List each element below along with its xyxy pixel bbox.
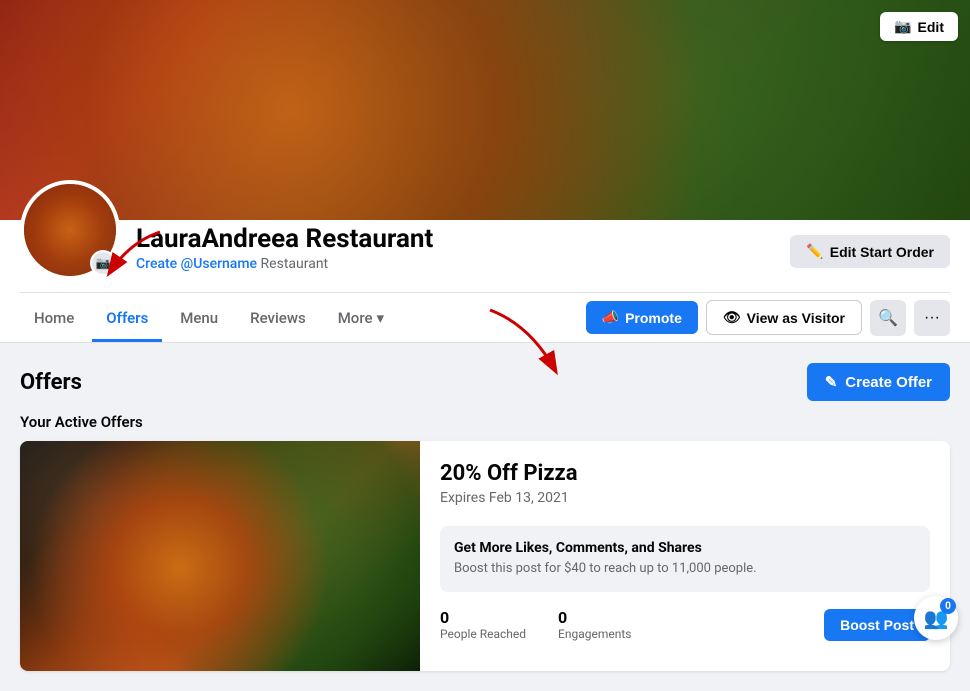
tab-offers[interactable]: Offers bbox=[92, 297, 162, 342]
cover-pizza-art bbox=[0, 0, 970, 220]
view-visitor-label: View as Visitor bbox=[747, 310, 845, 326]
tab-more[interactable]: More ▾ bbox=[324, 297, 398, 342]
stats-left: 0 People Reached 0 Engagements bbox=[440, 608, 631, 641]
promote-label: Promote bbox=[625, 310, 682, 326]
engagements-label: Engagements bbox=[558, 627, 631, 641]
nav-tabs: Home Offers Menu Reviews More ▾ 📣 Promot… bbox=[20, 292, 950, 342]
profile-name-area: LauraAndreea Restaurant Create @Username… bbox=[136, 224, 774, 280]
search-icon: 🔍 bbox=[878, 308, 898, 328]
search-button[interactable]: 🔍 bbox=[870, 300, 906, 336]
boost-post-label: Boost Post bbox=[840, 617, 914, 633]
offer-card: 20% Off Pizza Expires Feb 13, 2021 Get M… bbox=[20, 441, 950, 671]
nav-right: 📣 Promote 👁 View as Visitor 🔍 ··· bbox=[586, 300, 950, 340]
view-as-visitor-button[interactable]: 👁 View as Visitor bbox=[706, 300, 862, 335]
avatar-camera-button[interactable]: 📷 bbox=[90, 250, 116, 276]
create-offer-button[interactable]: ✎ Create Offer bbox=[807, 363, 950, 401]
offer-expiry: Expires Feb 13, 2021 bbox=[440, 490, 930, 506]
chevron-down-icon: ▾ bbox=[377, 309, 385, 327]
create-offer-icon: ✎ bbox=[825, 373, 838, 391]
boost-cta-title: Get More Likes, Comments, and Shares bbox=[454, 540, 916, 556]
active-offers-label: Your Active Offers bbox=[20, 413, 950, 431]
tab-menu[interactable]: Menu bbox=[166, 297, 232, 342]
more-tab-label: More bbox=[338, 309, 373, 327]
nav-left: Home Offers Menu Reviews More ▾ bbox=[20, 297, 398, 342]
profile-actions: ✏️ Edit Start Order bbox=[790, 235, 950, 280]
tab-home[interactable]: Home bbox=[20, 297, 88, 342]
engagements-count: 0 bbox=[558, 608, 631, 627]
people-reached-count: 0 bbox=[440, 608, 526, 627]
restaurant-name: LauraAndreea Restaurant bbox=[136, 224, 774, 254]
offer-details: 20% Off Pizza Expires Feb 13, 2021 Get M… bbox=[420, 441, 950, 671]
people-reached-stat: 0 People Reached bbox=[440, 608, 526, 641]
camera-icon: 📷 bbox=[894, 18, 911, 35]
offers-header: Offers ✎ Create Offer bbox=[20, 363, 950, 401]
edit-start-order-label: Edit Start Order bbox=[830, 244, 934, 260]
boost-cta-desc: Boost this post for $40 to reach up to 1… bbox=[454, 560, 916, 578]
people-reached-label: People Reached bbox=[440, 627, 526, 641]
floating-people-button[interactable]: 👥 0 bbox=[914, 596, 958, 640]
main-content: Offers ✎ Create Offer Your Active Offers… bbox=[0, 343, 970, 691]
offer-image-art bbox=[20, 441, 420, 671]
offers-title: Offers bbox=[20, 370, 82, 395]
offer-image bbox=[20, 441, 420, 671]
eye-icon: 👁 bbox=[723, 309, 741, 326]
people-badge: 0 bbox=[940, 598, 956, 614]
more-options-button[interactable]: ··· bbox=[914, 300, 950, 336]
profile-section: 📷 LauraAndreea Restaurant Create @Userna… bbox=[0, 220, 970, 343]
create-username-link[interactable]: Create @Username bbox=[136, 256, 257, 272]
ellipsis-icon: ··· bbox=[924, 309, 940, 327]
offer-stats: 0 People Reached 0 Engagements Boost Pos… bbox=[440, 608, 930, 641]
cover-edit-button[interactable]: 📷 Edit bbox=[880, 12, 958, 41]
edit-start-order-button[interactable]: ✏️ Edit Start Order bbox=[790, 235, 950, 268]
cover-edit-label: Edit bbox=[918, 19, 944, 35]
engagements-stat: 0 Engagements bbox=[558, 608, 631, 641]
camera-small-icon: 📷 bbox=[96, 256, 111, 270]
create-offer-label: Create Offer bbox=[845, 374, 932, 391]
category-label: Restaurant bbox=[261, 256, 329, 272]
offer-name: 20% Off Pizza bbox=[440, 461, 930, 486]
profile-info-row: 📷 LauraAndreea Restaurant Create @Userna… bbox=[20, 220, 950, 292]
pencil-icon: ✏️ bbox=[806, 243, 823, 260]
boost-cta-box: Get More Likes, Comments, and Shares Boo… bbox=[440, 526, 930, 592]
avatar-wrap: 📷 bbox=[20, 180, 120, 280]
tab-reviews[interactable]: Reviews bbox=[236, 297, 320, 342]
username-line: Create @Username Restaurant bbox=[136, 256, 774, 272]
megaphone-icon: 📣 bbox=[602, 309, 619, 326]
promote-button[interactable]: 📣 Promote bbox=[586, 301, 698, 334]
cover-photo: 📷 Edit bbox=[0, 0, 970, 220]
